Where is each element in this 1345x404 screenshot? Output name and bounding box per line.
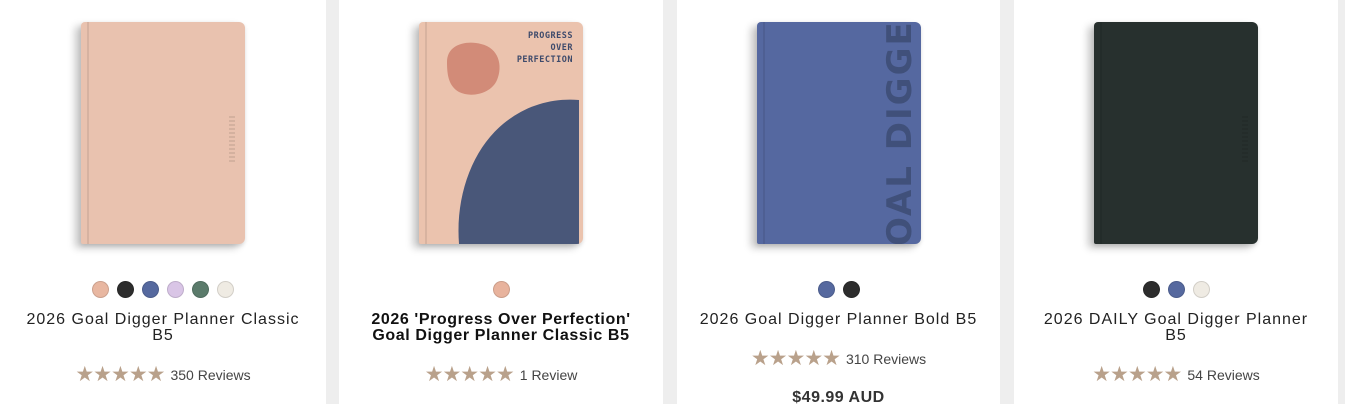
star-rating-icon: ★★★★★: [1092, 363, 1182, 386]
review-count: 350 Reviews: [170, 367, 251, 383]
color-swatch[interactable]: [1167, 281, 1185, 298]
color-swatch[interactable]: [817, 281, 835, 298]
cover-slogan: PROGRESS OVER PERFECTION: [516, 31, 573, 65]
product-title[interactable]: 2026 DAILY Goal Digger Planner B5: [1014, 312, 1338, 344]
color-swatch[interactable]: [217, 281, 234, 298]
planner-cover: [1094, 22, 1258, 244]
color-swatch[interactable]: [142, 281, 159, 298]
color-swatches: [1014, 281, 1338, 298]
cover-embossed-text: [229, 114, 235, 162]
color-swatch[interactable]: [1142, 281, 1160, 298]
color-swatch[interactable]: [192, 281, 209, 298]
product-image[interactable]: PROGRESS OVER PERFECTION: [419, 22, 583, 244]
product-title[interactable]: 2026 Goal Digger Planner Bold B5: [677, 312, 1000, 328]
color-swatches: [0, 281, 326, 298]
product-card[interactable]: 2026 Goal Digger Planner Classic B5 ★★★★…: [0, 0, 326, 404]
planner-cover: [81, 22, 245, 244]
product-rating[interactable]: ★★★★★ 54 Reviews: [1014, 363, 1338, 386]
product-title[interactable]: 2026 Goal Digger Planner Classic B5: [0, 312, 326, 344]
review-count: 1 Review: [519, 367, 578, 383]
star-rating-icon: ★★★★★: [750, 347, 841, 370]
color-swatch[interactable]: [92, 281, 109, 298]
color-swatch[interactable]: [167, 281, 184, 298]
product-title[interactable]: 2026 'Progress Over Perfection' Goal Dig…: [339, 312, 663, 344]
product-image[interactable]: [1094, 22, 1258, 244]
cover-spine: [762, 22, 765, 244]
star-rating-icon: ★★★★★: [424, 363, 515, 386]
product-card[interactable]: PROGRESS OVER PERFECTION 2026 'Progress …: [339, 0, 663, 404]
cover-spine: [1100, 22, 1102, 244]
planner-cover: PROGRESS OVER PERFECTION: [419, 22, 583, 244]
product-card[interactable]: GOAL DIGGER 2026 Goal Digger Planner Bol…: [677, 0, 1000, 404]
product-card[interactable]: 2026 DAILY Goal Digger Planner B5 ★★★★★ …: [1014, 0, 1338, 404]
star-rating-icon: ★★★★★: [75, 363, 165, 386]
cover-embossed-text: [1242, 114, 1248, 162]
planner-cover: GOAL DIGGER: [756, 22, 921, 244]
product-image[interactable]: [81, 22, 245, 244]
color-swatch[interactable]: [1192, 281, 1210, 298]
color-swatches: [339, 281, 663, 298]
product-grid: 2026 Goal Digger Planner Classic B5 ★★★★…: [0, 0, 1345, 404]
color-swatches: [677, 281, 1000, 298]
product-price: $49.99 AUD: [792, 389, 885, 404]
cover-spine: [87, 22, 89, 244]
product-image[interactable]: GOAL DIGGER: [756, 22, 921, 244]
product-rating[interactable]: ★★★★★ 310 Reviews: [677, 347, 1000, 370]
cover-wordmark: GOAL DIGGER: [879, 22, 920, 244]
review-count: 54 Reviews: [1187, 367, 1260, 383]
product-rating[interactable]: ★★★★★ 350 Reviews: [0, 363, 326, 386]
product-rating[interactable]: ★★★★★ 1 Review: [339, 363, 663, 386]
color-swatch[interactable]: [842, 281, 860, 298]
color-swatch[interactable]: [492, 281, 510, 298]
color-swatch[interactable]: [117, 281, 134, 298]
review-count: 310 Reviews: [845, 351, 927, 367]
